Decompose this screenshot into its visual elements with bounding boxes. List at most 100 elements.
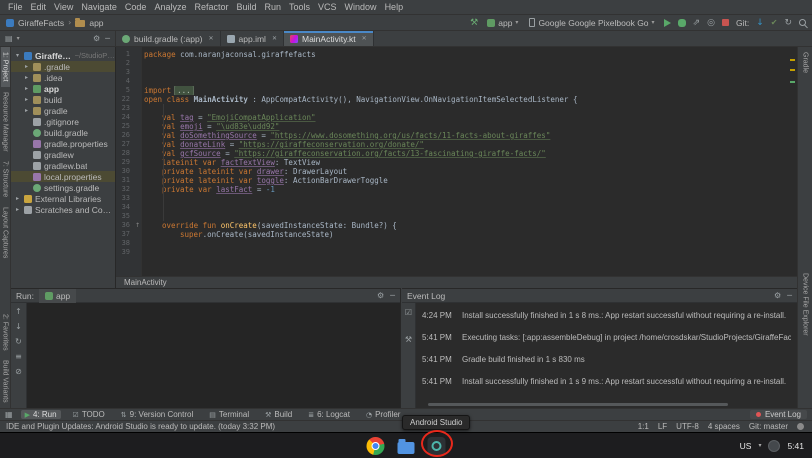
breadcrumb-project[interactable]: GiraffeFacts: [18, 18, 64, 28]
menu-item-run[interactable]: Run: [261, 2, 286, 12]
caret-position[interactable]: 1:1: [638, 422, 649, 431]
line-number[interactable]: 2: [116, 59, 133, 68]
menu-item-file[interactable]: File: [4, 2, 27, 12]
close-icon[interactable]: ✕: [362, 35, 367, 42]
device-select[interactable]: Google Google Pixelbook Go ▾: [527, 18, 656, 28]
breadcrumb-class[interactable]: MainActivity: [124, 278, 167, 287]
profiler-button[interactable]: ⇗: [693, 18, 701, 28]
tree-item-idea[interactable]: ▸.idea: [11, 72, 115, 83]
horizontal-scrollbar[interactable]: [428, 403, 728, 406]
tool-button-todo[interactable]: ☑TODO: [69, 410, 109, 419]
debug-button[interactable]: [678, 19, 686, 27]
tree-item-external-libraries[interactable]: ▸External Libraries: [11, 193, 115, 204]
run-button[interactable]: [664, 19, 671, 27]
hide-panel-icon[interactable]: ─: [105, 34, 110, 43]
file-encoding[interactable]: UTF-8: [676, 422, 699, 431]
settings-icon[interactable]: ⚒: [405, 335, 412, 344]
code-editor[interactable]: 1package com.naranjaconsal.giraffefacts2…: [116, 47, 797, 276]
tool-button-run[interactable]: ▶4: Run: [21, 410, 61, 419]
tree-item-gradlew[interactable]: gradlew: [11, 149, 115, 160]
line-number[interactable]: 26: [116, 131, 133, 140]
tree-item-gradle-properties[interactable]: gradle.properties: [11, 138, 115, 149]
git-branch[interactable]: Git: master: [749, 422, 788, 431]
menu-item-help[interactable]: Help: [381, 2, 408, 12]
menu-item-navigate[interactable]: Navigate: [77, 2, 121, 12]
tree-item-build-gradle[interactable]: build.gradle: [11, 127, 115, 138]
stripe-7-structure[interactable]: 7: Structure: [1, 156, 10, 202]
stripe-2-favorites[interactable]: 2: Favorites: [1, 309, 10, 356]
line-number[interactable]: 37: [116, 230, 133, 239]
menu-item-refactor[interactable]: Refactor: [190, 2, 232, 12]
line-number[interactable]: 4: [116, 77, 133, 86]
git-commit-button[interactable]: ✔: [771, 18, 778, 27]
keyboard-layout[interactable]: US: [740, 441, 752, 451]
indent-setting[interactable]: 4 spaces: [708, 422, 740, 431]
tree-item-settings-gradle[interactable]: settings.gradle: [11, 182, 115, 193]
close-icon[interactable]: ✕: [272, 35, 277, 42]
event-log-content[interactable]: 4:24 PMInstall successfully finished in …: [416, 303, 797, 408]
down-icon[interactable]: ↓: [15, 322, 22, 331]
line-number[interactable]: 23: [116, 104, 133, 113]
tree-item-gitignore[interactable]: .gitignore: [11, 116, 115, 127]
tree-item-giraffefacts[interactable]: ▾GiraffeFacts~/StudioProjects: [11, 50, 115, 61]
event-log-button[interactable]: Event Log: [750, 410, 807, 419]
line-number[interactable]: 5: [116, 86, 133, 95]
stop-button[interactable]: [722, 19, 729, 26]
tree-item-app[interactable]: ▸app: [11, 83, 115, 94]
run-tab-app[interactable]: app: [39, 289, 76, 303]
line-number[interactable]: 31: [116, 176, 133, 185]
build-hammer-icon[interactable]: ⚒: [470, 18, 478, 28]
line-number[interactable]: 33: [116, 194, 133, 203]
volume-icon[interactable]: [768, 440, 780, 452]
menu-item-analyze[interactable]: Analyze: [150, 2, 190, 12]
tree-item-gradle[interactable]: ▸gradle: [11, 105, 115, 116]
hide-panel-icon[interactable]: ─: [787, 291, 792, 300]
line-separator[interactable]: LF: [658, 422, 667, 431]
git-rollback-button[interactable]: ↻: [784, 18, 792, 28]
run-console-output[interactable]: [27, 303, 400, 408]
tree-item-gradle[interactable]: ▸.gradle: [11, 61, 115, 72]
stripe-layout-captures[interactable]: Layout Captures: [1, 202, 10, 263]
line-number[interactable]: 36: [116, 221, 133, 230]
gear-icon[interactable]: ⚙: [774, 291, 781, 300]
search-icon[interactable]: [799, 19, 806, 26]
run-configuration-select[interactable]: app ▾: [485, 18, 520, 28]
stripe-gradle[interactable]: Gradle: [801, 47, 810, 78]
clock[interactable]: 5:41: [787, 441, 804, 451]
stripe-device-file-explorer[interactable]: Device File Explorer: [801, 268, 810, 341]
line-number[interactable]: 28: [116, 149, 133, 158]
tree-arrow-icon[interactable]: ▾: [14, 52, 21, 59]
panel-selector-icon[interactable]: ▤: [5, 34, 13, 43]
tree-arrow-icon[interactable]: ▸: [23, 63, 30, 70]
hide-panel-icon[interactable]: ─: [390, 291, 395, 300]
status-message[interactable]: IDE and Plugin Updates: Android Studio i…: [6, 422, 275, 431]
tree-item-gradlew-bat[interactable]: gradlew.bat: [11, 160, 115, 171]
gear-icon[interactable]: ⚙: [93, 34, 100, 43]
tree-arrow-icon[interactable]: ▸: [14, 206, 21, 213]
line-number[interactable]: 1: [116, 50, 133, 59]
menu-item-edit[interactable]: Edit: [27, 2, 51, 12]
options-icon[interactable]: ≡: [15, 352, 22, 361]
tree-item-local-properties[interactable]: local.properties: [11, 171, 115, 182]
menu-item-vcs[interactable]: VCS: [314, 2, 341, 12]
menu-item-code[interactable]: Code: [121, 2, 151, 12]
tree-arrow-icon[interactable]: ▸: [23, 107, 30, 114]
inspections-icon[interactable]: [797, 423, 804, 430]
tool-button-build[interactable]: ⚒Build: [261, 410, 296, 419]
line-number[interactable]: 24: [116, 113, 133, 122]
menu-item-build[interactable]: Build: [232, 2, 260, 12]
line-number[interactable]: 32: [116, 185, 133, 194]
tree-arrow-icon[interactable]: ▸: [14, 195, 21, 202]
tree-arrow-icon[interactable]: ▸: [23, 96, 30, 103]
menu-item-tools[interactable]: Tools: [285, 2, 314, 12]
line-number[interactable]: 34: [116, 203, 133, 212]
stripe-build-variants[interactable]: Build Variants: [1, 355, 10, 408]
line-number[interactable]: 29: [116, 158, 133, 167]
stripe-resource-manager[interactable]: Resource Manager: [1, 87, 10, 157]
line-number[interactable]: 38: [116, 239, 133, 248]
coverage-button[interactable]: ◎: [707, 18, 715, 28]
tab-mainactivity-kt[interactable]: MainActivity.kt✕: [284, 31, 374, 46]
filter-icon[interactable]: ☑: [405, 308, 412, 317]
breadcrumb-module[interactable]: app: [89, 18, 103, 28]
chrome-icon[interactable]: [367, 437, 385, 455]
